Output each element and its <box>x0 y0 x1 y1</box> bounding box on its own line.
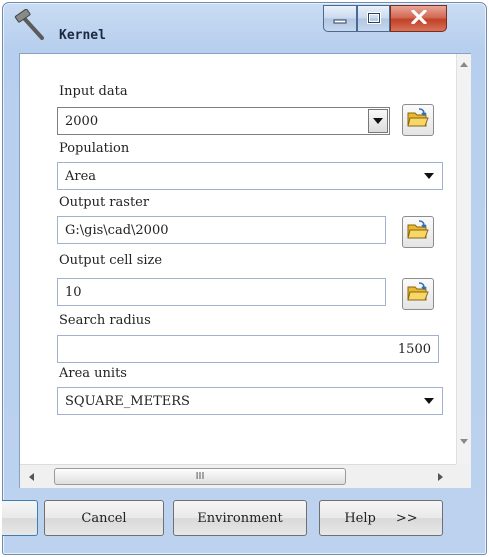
output-raster-label: Output raster <box>59 195 150 210</box>
search-radius-input[interactable]: 1500 <box>57 335 439 363</box>
ok-button[interactable] <box>2 500 38 536</box>
horizontal-scroll-thumb[interactable]: III <box>54 468 346 485</box>
search-radius-label: Search radius <box>59 313 151 328</box>
population-label: Population <box>59 141 130 156</box>
area-units-select[interactable]: SQUARE_METERS <box>57 387 443 415</box>
area-units-value: SQUARE_METERS <box>65 393 190 409</box>
chevron-down-icon <box>424 173 434 179</box>
input-data-combobox[interactable]: 2000 <box>57 107 390 135</box>
output-raster-browse-button[interactable] <box>402 216 434 248</box>
close-button[interactable] <box>390 5 447 32</box>
open-folder-icon <box>407 220 429 244</box>
output-raster-input[interactable]: G:\gis\cad\2000 <box>57 216 386 244</box>
output-raster-value: G:\gis\cad\2000 <box>65 222 169 238</box>
search-radius-value: 1500 <box>397 341 431 357</box>
scroll-down-icon[interactable] <box>460 439 468 444</box>
input-data-value: 2000 <box>65 113 99 129</box>
maximize-icon <box>366 9 381 28</box>
chevron-down-icon <box>373 118 383 124</box>
input-data-label: Input data <box>59 84 128 99</box>
horizontal-scrollbar[interactable]: III <box>20 464 456 488</box>
title-bar[interactable]: Kernel <box>3 3 486 53</box>
maximize-button[interactable] <box>357 5 390 32</box>
help-button-label: Help <box>344 510 376 526</box>
environment-button-label: Environment <box>197 510 283 526</box>
output-cell-size-label: Output cell size <box>59 253 163 268</box>
open-folder-icon <box>407 282 429 306</box>
dialog-window: Kernel Input data 2000 Population Area O… <box>2 2 487 555</box>
vertical-scrollbar[interactable] <box>456 54 471 464</box>
output-cell-size-input[interactable]: 10 <box>57 278 386 306</box>
window-title: Kernel <box>59 28 106 43</box>
output-cell-size-value: 10 <box>65 284 82 300</box>
help-arrows: >> <box>395 510 418 526</box>
cancel-button-label: Cancel <box>81 510 127 526</box>
scroll-grip: III <box>195 471 205 482</box>
close-icon <box>410 9 427 28</box>
input-data-dropdown-button[interactable] <box>368 109 388 133</box>
open-folder-icon <box>407 108 429 132</box>
scrollbar-corner <box>456 464 471 488</box>
environment-button[interactable]: Environment <box>173 500 307 536</box>
area-units-label: Area units <box>59 366 127 381</box>
minimize-button[interactable] <box>323 5 357 32</box>
scroll-right-icon[interactable] <box>438 473 443 481</box>
parameters-panel: Input data 2000 Population Area Output r… <box>19 53 471 488</box>
input-data-browse-button[interactable] <box>402 104 434 136</box>
scroll-up-icon[interactable] <box>460 62 468 67</box>
population-select[interactable]: Area <box>57 162 443 190</box>
scroll-left-icon[interactable] <box>29 473 34 481</box>
help-button[interactable]: Help >> <box>319 500 443 536</box>
hammer-icon <box>13 8 47 43</box>
cancel-button[interactable]: Cancel <box>44 500 164 536</box>
chevron-down-icon <box>424 398 434 404</box>
minimize-icon <box>333 9 347 28</box>
output-cell-size-browse-button[interactable] <box>402 278 434 310</box>
population-value: Area <box>65 168 97 184</box>
